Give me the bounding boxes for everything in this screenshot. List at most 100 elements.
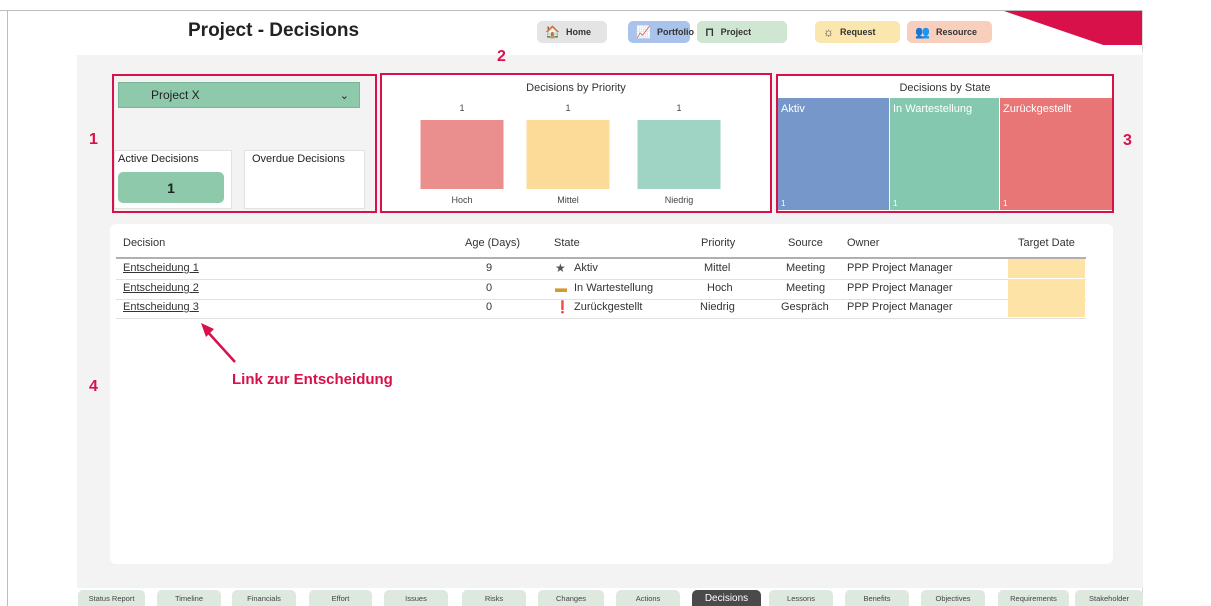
tab-stakeholder[interactable]: Stakeholder: [1075, 590, 1143, 606]
tab-issues[interactable]: Issues: [384, 590, 448, 606]
nav-label: Home: [565, 27, 591, 37]
table-row: [116, 299, 1086, 300]
bar-niedrig[interactable]: [637, 120, 721, 189]
tab-lessons[interactable]: Lessons: [769, 590, 833, 606]
age-cell: 9: [486, 262, 493, 274]
age-cell: 0: [486, 282, 493, 294]
tab-status-report[interactable]: Status Report: [78, 590, 145, 606]
portfolio-chart-icon: 📈: [636, 25, 651, 39]
nav-request-button[interactable]: ☼ Request: [815, 21, 900, 43]
bar-value-label: 1: [459, 103, 464, 113]
tab-requirements[interactable]: Requirements: [998, 590, 1069, 606]
chevron-down-icon: ⌄: [339, 89, 349, 102]
tab-risks[interactable]: Risks: [462, 590, 526, 606]
bar-category-label: Mittel: [557, 195, 579, 205]
decision-link[interactable]: Entscheidung 2: [123, 282, 199, 294]
state-cell: Zurückgestellt: [574, 301, 643, 313]
col-header-state[interactable]: State: [554, 237, 580, 249]
bar-category-label: Niedrig: [665, 195, 694, 205]
tab-financials[interactable]: Financials: [232, 590, 296, 606]
tab-objectives[interactable]: Objectives: [921, 590, 985, 606]
col-header-target-date[interactable]: Target Date: [1018, 237, 1075, 249]
bar-value-label: 1: [565, 103, 570, 113]
source-cell: Gespräch: [781, 301, 829, 313]
priority-chart-title: Decisions by Priority: [526, 82, 626, 94]
lightbulb-icon: ☼: [823, 25, 834, 39]
tab-benefits[interactable]: Benefits: [845, 590, 909, 606]
target-date-cell: [1008, 298, 1085, 317]
annotation-number-4: 4: [89, 378, 98, 395]
state-name: Aktiv: [781, 103, 805, 115]
source-cell: Meeting: [786, 282, 826, 294]
project-dropdown-value: Project X: [151, 88, 200, 102]
priority-bar-chart: 1 Hoch 1 Mittel 1 Niedrig: [420, 103, 721, 205]
state-cell: Aktiv: [574, 262, 598, 274]
owner-cell: PPP Project Manager: [847, 301, 953, 313]
source-cell: Meeting: [786, 262, 826, 274]
project-dropdown[interactable]: Project X ⌄: [118, 82, 360, 108]
bar-value-label: 1: [676, 103, 681, 113]
nav-label: Request: [840, 27, 876, 37]
state-chart-title: Decisions by State: [899, 82, 991, 94]
col-header-source[interactable]: Source: [788, 237, 823, 249]
nav-resource-button[interactable]: 👥 Resource: [907, 21, 992, 43]
target-date-cell: [1008, 259, 1085, 278]
people-icon: 👥: [915, 25, 930, 39]
target-date-cell: [1008, 279, 1085, 298]
table-header-divider: [116, 257, 1086, 259]
owner-cell: PPP Project Manager: [847, 282, 953, 294]
home-icon: 🏠: [545, 25, 560, 39]
nav-label: Project: [720, 27, 752, 37]
bar-mittel[interactable]: [526, 120, 610, 189]
state-block-2[interactable]: In Wartestellung 1: [890, 98, 999, 210]
dash-icon: ▬: [555, 281, 567, 295]
nav-label: Portfolio: [656, 27, 694, 37]
active-decisions-value: 1: [118, 172, 224, 203]
state-block-1[interactable]: Aktiv 1: [778, 98, 889, 210]
col-header-decision[interactable]: Decision: [123, 237, 165, 249]
priority-cell: Niedrig: [700, 301, 735, 313]
nav-portfolio-button[interactable]: 📈 Portfolio: [628, 21, 694, 43]
state-cell: In Wartestellung: [574, 282, 654, 294]
tab-effort[interactable]: Effort: [309, 590, 372, 606]
nav-home-button[interactable]: 🏠 Home: [537, 21, 607, 43]
exclamation-icon: ❗: [555, 300, 570, 314]
tab-actions[interactable]: Actions: [616, 590, 680, 606]
priority-cell: Hoch: [707, 282, 733, 294]
col-header-owner[interactable]: Owner: [847, 237, 879, 249]
decision-link[interactable]: Entscheidung 1: [123, 262, 199, 274]
tab-changes[interactable]: Changes: [538, 590, 604, 606]
age-cell: 0: [486, 301, 493, 313]
active-decisions-label: Active Decisions: [118, 153, 199, 165]
star-icon: ★: [555, 261, 566, 275]
overdue-decisions-label: Overdue Decisions: [252, 153, 345, 165]
decision-link[interactable]: Entscheidung 3: [123, 301, 199, 313]
col-header-age[interactable]: Age (Days): [465, 237, 520, 249]
priority-cell: Mittel: [704, 262, 731, 274]
table-row: [116, 318, 1086, 319]
state-count: 1: [781, 199, 786, 208]
annotation-number-3: 3: [1123, 132, 1132, 149]
state-name: In Wartestellung: [893, 103, 973, 115]
annotation-number-1: 1: [89, 131, 98, 148]
frame-left-border: [7, 10, 8, 606]
nav-project-button[interactable]: ⊓ Project: [697, 21, 787, 43]
bar-hoch[interactable]: [420, 120, 504, 189]
annotation-arrow: [201, 323, 236, 363]
tab-decisions[interactable]: Decisions: [692, 590, 761, 606]
bar-category-label: Hoch: [451, 195, 472, 205]
state-count: 1: [1003, 199, 1008, 208]
state-count: 1: [893, 199, 898, 208]
decisions-table: [110, 224, 1113, 564]
state-block-3[interactable]: Zurückgestellt 1: [1000, 98, 1112, 210]
owner-cell: PPP Project Manager: [847, 262, 953, 274]
nav-label: Resource: [935, 27, 977, 37]
page-title: Project - Decisions: [188, 20, 360, 41]
annotation-link-note: Link zur Entscheidung: [232, 371, 393, 388]
annotation-number-2: 2: [497, 48, 506, 65]
tab-timeline[interactable]: Timeline: [157, 590, 221, 606]
table-row: [116, 279, 1086, 280]
gantt-icon: ⊓: [705, 25, 715, 39]
col-header-priority[interactable]: Priority: [701, 237, 735, 249]
state-name: Zurückgestellt: [1003, 103, 1072, 115]
